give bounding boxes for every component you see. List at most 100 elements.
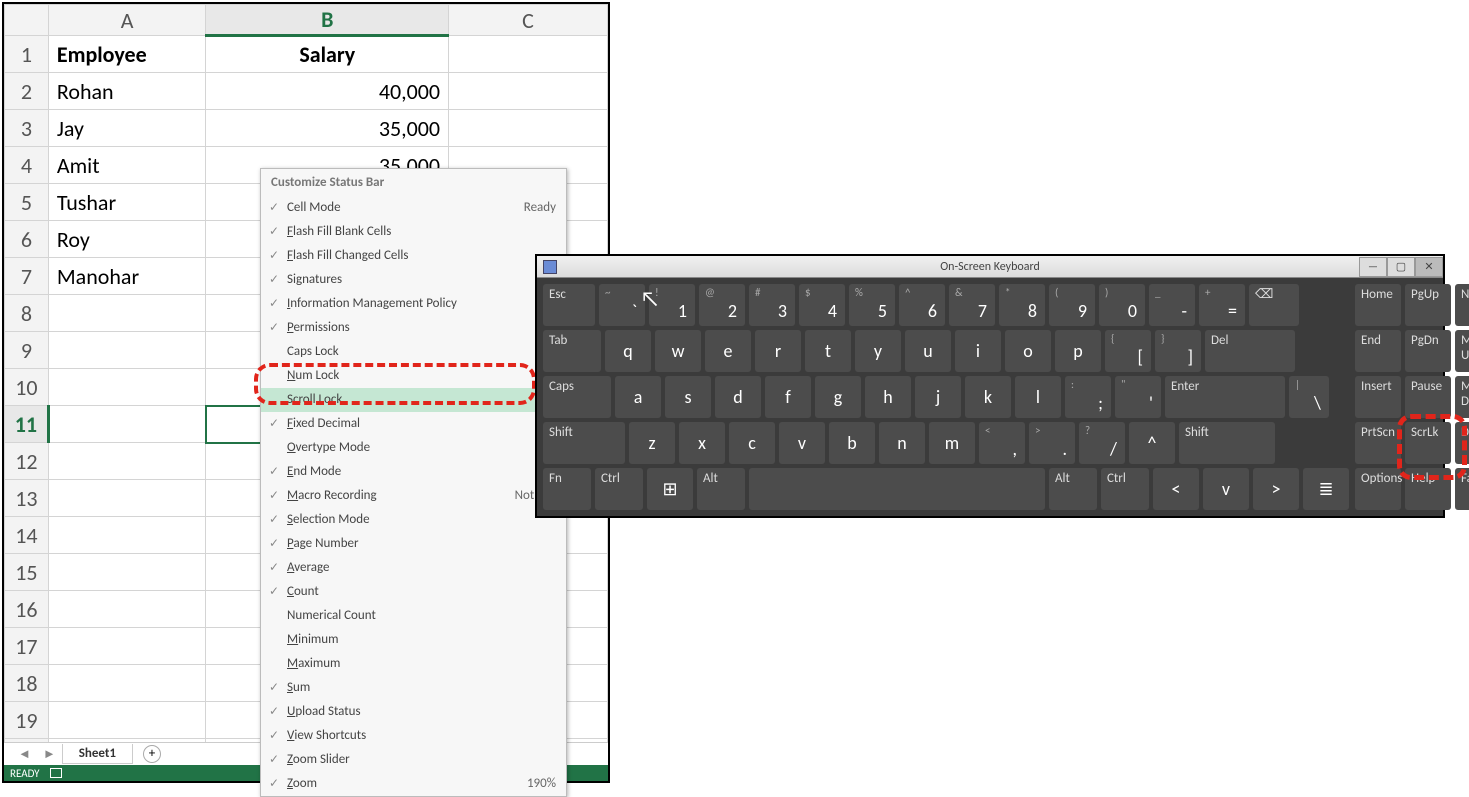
- key-pause[interactable]: Pause: [1405, 376, 1451, 418]
- key-esc[interactable]: Esc: [543, 284, 595, 326]
- key-v[interactable]: v: [1203, 468, 1249, 510]
- customize-status-bar-menu[interactable]: Customize Status Bar ✓Cell ModeReady✓Fla…: [260, 168, 567, 797]
- key-b[interactable]: b: [829, 422, 875, 464]
- osk-window[interactable]: On-Screen Keyboard — ▢ ✕ Esc~`!1@2#3$4%5…: [535, 254, 1445, 518]
- key-mvup[interactable]: Mv Up: [1455, 330, 1469, 372]
- key-^[interactable]: ^: [1129, 422, 1175, 464]
- menu-item[interactable]: Numerical Count: [261, 604, 566, 628]
- select-all-corner[interactable]: [5, 5, 49, 36]
- key-e[interactable]: e: [705, 330, 751, 372]
- key-shift[interactable]: Shift: [543, 422, 625, 464]
- key-,[interactable]: <,: [979, 422, 1025, 464]
- cell-A4[interactable]: Amit: [48, 147, 206, 184]
- key-2[interactable]: @2: [699, 284, 745, 326]
- cell-A6[interactable]: Roy: [48, 221, 206, 258]
- row-header-11[interactable]: 11: [5, 406, 49, 443]
- key-enter[interactable]: Enter: [1165, 376, 1285, 418]
- row-header-19[interactable]: 19: [5, 702, 49, 739]
- row-header-4[interactable]: 4: [5, 147, 49, 184]
- key-7[interactable]: &7: [949, 284, 995, 326]
- key-scrlk[interactable]: ScrLk: [1405, 422, 1451, 464]
- key-3[interactable]: #3: [749, 284, 795, 326]
- cell-A13[interactable]: [48, 480, 206, 517]
- key-m[interactable]: m: [929, 422, 975, 464]
- key-=[interactable]: +=: [1199, 284, 1245, 326]
- menu-item[interactable]: Scroll Lock: [261, 388, 566, 412]
- key-caps[interactable]: Caps: [543, 376, 611, 418]
- key-ctrl[interactable]: Ctrl: [1101, 468, 1149, 510]
- key-`[interactable]: ~`: [599, 284, 645, 326]
- key-pgdn[interactable]: PgDn: [1405, 330, 1451, 372]
- menu-item[interactable]: ✓Selection Mode: [261, 508, 566, 532]
- key-6[interactable]: ^6: [899, 284, 945, 326]
- cell-A1[interactable]: Employee: [48, 36, 206, 73]
- cell-A2[interactable]: Rohan: [48, 73, 206, 110]
- key-1[interactable]: !1: [649, 284, 695, 326]
- key-q[interactable]: q: [605, 330, 651, 372]
- key->[interactable]: >: [1253, 468, 1299, 510]
- key-help[interactable]: Help: [1405, 468, 1451, 510]
- cell-A16[interactable]: [48, 591, 206, 628]
- cell-C1[interactable]: [449, 36, 608, 73]
- row-header-15[interactable]: 15: [5, 554, 49, 591]
- cell-A10[interactable]: [48, 369, 206, 406]
- osk-titlebar[interactable]: On-Screen Keyboard — ▢ ✕: [537, 256, 1443, 278]
- new-sheet-button[interactable]: +: [143, 745, 161, 763]
- tab-next-icon[interactable]: ►: [43, 746, 56, 762]
- key-⌫[interactable]: ⌫: [1249, 284, 1299, 326]
- row-header-14[interactable]: 14: [5, 517, 49, 554]
- row-header-1[interactable]: 1: [5, 36, 49, 73]
- menu-item[interactable]: ✓Flash Fill Changed Cells: [261, 244, 566, 268]
- key-shift[interactable]: Shift: [1179, 422, 1275, 464]
- tab-prev-icon[interactable]: ◄: [18, 746, 31, 762]
- cell-A15[interactable]: [48, 554, 206, 591]
- key-d[interactable]: d: [715, 376, 761, 418]
- key-l[interactable]: l: [1015, 376, 1061, 418]
- key-j[interactable]: j: [915, 376, 961, 418]
- key-alt[interactable]: Alt: [1049, 468, 1097, 510]
- row-header-13[interactable]: 13: [5, 480, 49, 517]
- row-header-16[interactable]: 16: [5, 591, 49, 628]
- key-'[interactable]: "': [1115, 376, 1161, 418]
- col-header-B[interactable]: B: [206, 5, 449, 36]
- menu-item[interactable]: ✓Sum: [261, 676, 566, 700]
- key-h[interactable]: h: [865, 376, 911, 418]
- key-fade[interactable]: Fade: [1455, 468, 1469, 510]
- key--[interactable]: _-: [1149, 284, 1195, 326]
- menu-item[interactable]: ✓Fixed Decimal: [261, 412, 566, 436]
- menu-item[interactable]: Caps Lock: [261, 340, 566, 364]
- key-alt[interactable]: Alt: [697, 468, 745, 510]
- row-header-8[interactable]: 8: [5, 295, 49, 332]
- key-8[interactable]: *8: [999, 284, 1045, 326]
- key-.[interactable]: >.: [1029, 422, 1075, 464]
- cell-A18[interactable]: [48, 665, 206, 702]
- menu-item[interactable]: ✓Information Management Policy: [261, 292, 566, 316]
- cell-A9[interactable]: [48, 332, 206, 369]
- key-f[interactable]: f: [765, 376, 811, 418]
- key-mvdn[interactable]: Mv Dn: [1455, 376, 1469, 418]
- row-header-2[interactable]: 2: [5, 73, 49, 110]
- cell-B2[interactable]: 40,000: [206, 73, 449, 110]
- key-del[interactable]: Del: [1205, 330, 1295, 372]
- key-pgup[interactable]: PgUp: [1405, 284, 1451, 326]
- key-y[interactable]: y: [855, 330, 901, 372]
- key-n[interactable]: n: [879, 422, 925, 464]
- key-[interactable]: [749, 468, 1045, 510]
- row-header-7[interactable]: 7: [5, 258, 49, 295]
- key-o[interactable]: o: [1005, 330, 1051, 372]
- menu-item[interactable]: ✓Upload Status: [261, 700, 566, 724]
- col-header-C[interactable]: C: [449, 5, 608, 36]
- key-u[interactable]: u: [905, 330, 951, 372]
- row-header-10[interactable]: 10: [5, 369, 49, 406]
- row-header-9[interactable]: 9: [5, 332, 49, 369]
- key-a[interactable]: a: [615, 376, 661, 418]
- key-options[interactable]: Options: [1355, 468, 1401, 510]
- menu-item[interactable]: ✓End Mode: [261, 460, 566, 484]
- key-k[interactable]: k: [965, 376, 1011, 418]
- key-nav[interactable]: Nav: [1455, 284, 1469, 326]
- menu-item[interactable]: Num Lock: [261, 364, 566, 388]
- sheet-tab[interactable]: Sheet1: [62, 744, 133, 764]
- menu-item[interactable]: ✓Count: [261, 580, 566, 604]
- cell-C3[interactable]: [449, 110, 608, 147]
- key-9[interactable]: (9: [1049, 284, 1095, 326]
